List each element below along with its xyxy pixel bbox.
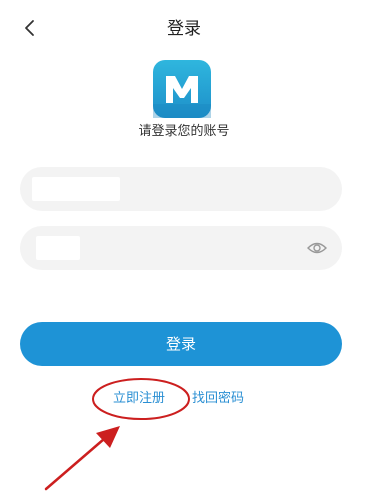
annotation-arrow-head: [96, 426, 120, 448]
eye-icon[interactable]: [306, 238, 328, 258]
page-title: 登录: [167, 19, 201, 39]
account-input[interactable]: [20, 167, 342, 211]
login-button[interactable]: 登录: [20, 322, 342, 366]
account-input-value: [32, 177, 120, 201]
annotation-arrow-shaft: [44, 437, 106, 491]
app-logo-m-icon: [153, 76, 211, 118]
app-logo: [153, 60, 211, 118]
forgot-password-link[interactable]: 找回密码: [192, 389, 244, 409]
login-prompt: 请登录您的账号: [138, 124, 230, 139]
password-input-value: [36, 236, 80, 260]
password-input[interactable]: [20, 226, 342, 270]
register-link[interactable]: 立即注册: [113, 389, 165, 409]
